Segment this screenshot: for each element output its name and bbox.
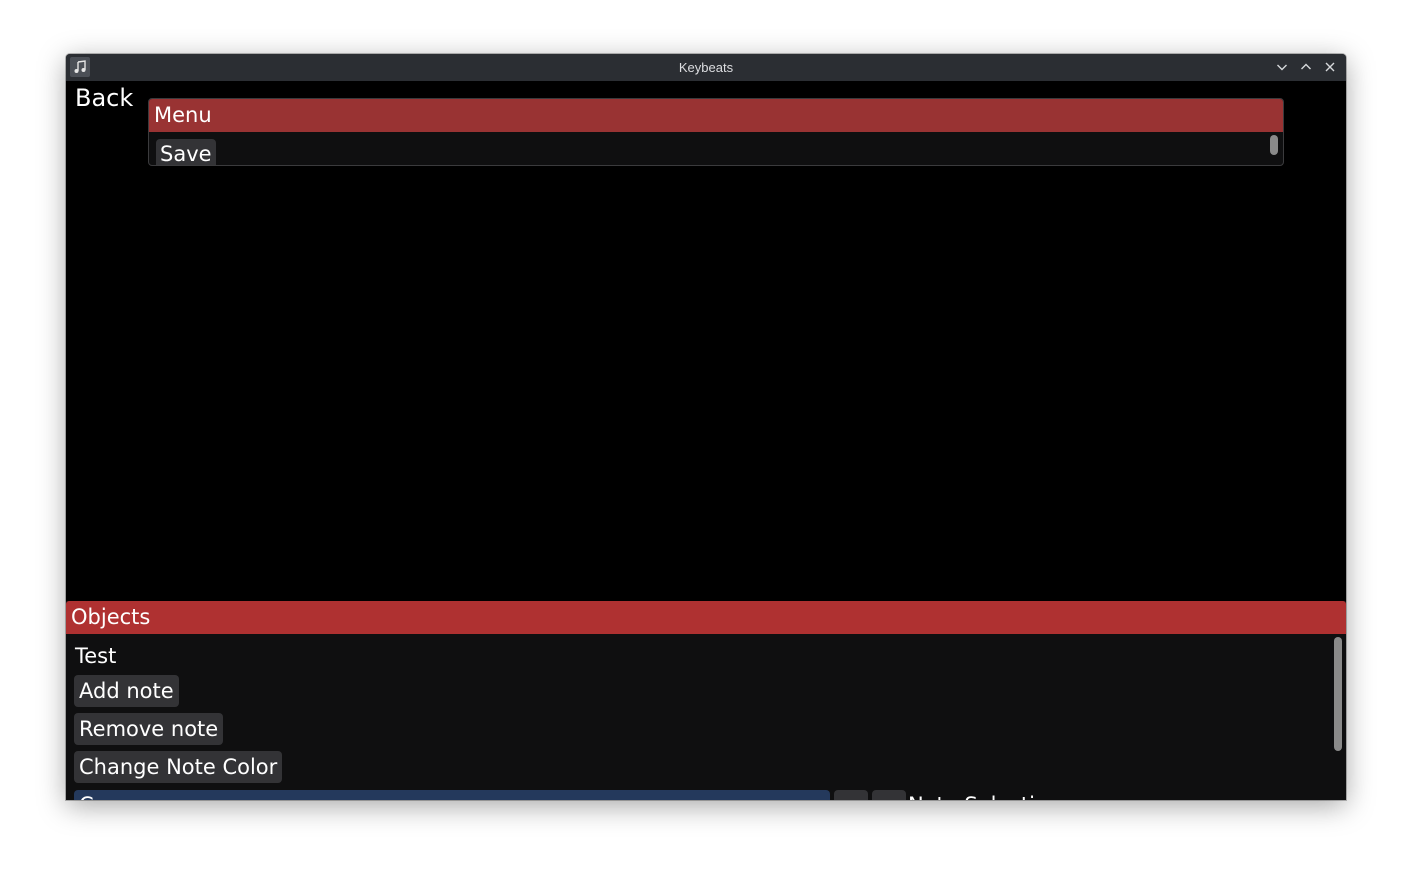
save-button[interactable]: Save — [156, 139, 216, 165]
note-selection-combo[interactable]: C — [74, 790, 830, 800]
main-content: Back Menu Save Objects Test Add note Rem… — [66, 81, 1346, 800]
note-selection-label: Note Selection — [908, 790, 1061, 800]
window-title: Keybeats — [678, 60, 734, 75]
objects-body: Test Add note Remove note Change Note Co… — [66, 634, 1346, 800]
minimize-icon[interactable] — [1273, 58, 1291, 76]
objects-scrollbar[interactable] — [1334, 637, 1342, 751]
app-window: Keybeats Back Menu Save Objects Test Add… — [66, 54, 1346, 800]
maximize-icon[interactable] — [1297, 58, 1315, 76]
back-button[interactable]: Back — [75, 83, 133, 113]
objects-panel: Objects Test Add note Remove note Change… — [66, 601, 1346, 800]
menu-scrollbar[interactable] — [1270, 135, 1278, 155]
increment-button[interactable] — [872, 790, 906, 800]
objects-header[interactable]: Objects — [66, 601, 1346, 634]
add-note-button[interactable]: Add note — [74, 675, 179, 707]
menu-panel: Menu Save — [148, 98, 1284, 166]
title-bar[interactable]: Keybeats — [66, 54, 1346, 81]
menu-body: Save — [149, 132, 1283, 165]
menu-header[interactable]: Menu — [149, 99, 1283, 132]
change-note-color-button[interactable]: Change Note Color — [74, 751, 283, 783]
remove-note-button[interactable]: Remove note — [74, 713, 224, 745]
object-name-label: Test — [75, 644, 117, 668]
close-icon[interactable] — [1321, 58, 1339, 76]
decrement-button[interactable] — [834, 790, 868, 800]
